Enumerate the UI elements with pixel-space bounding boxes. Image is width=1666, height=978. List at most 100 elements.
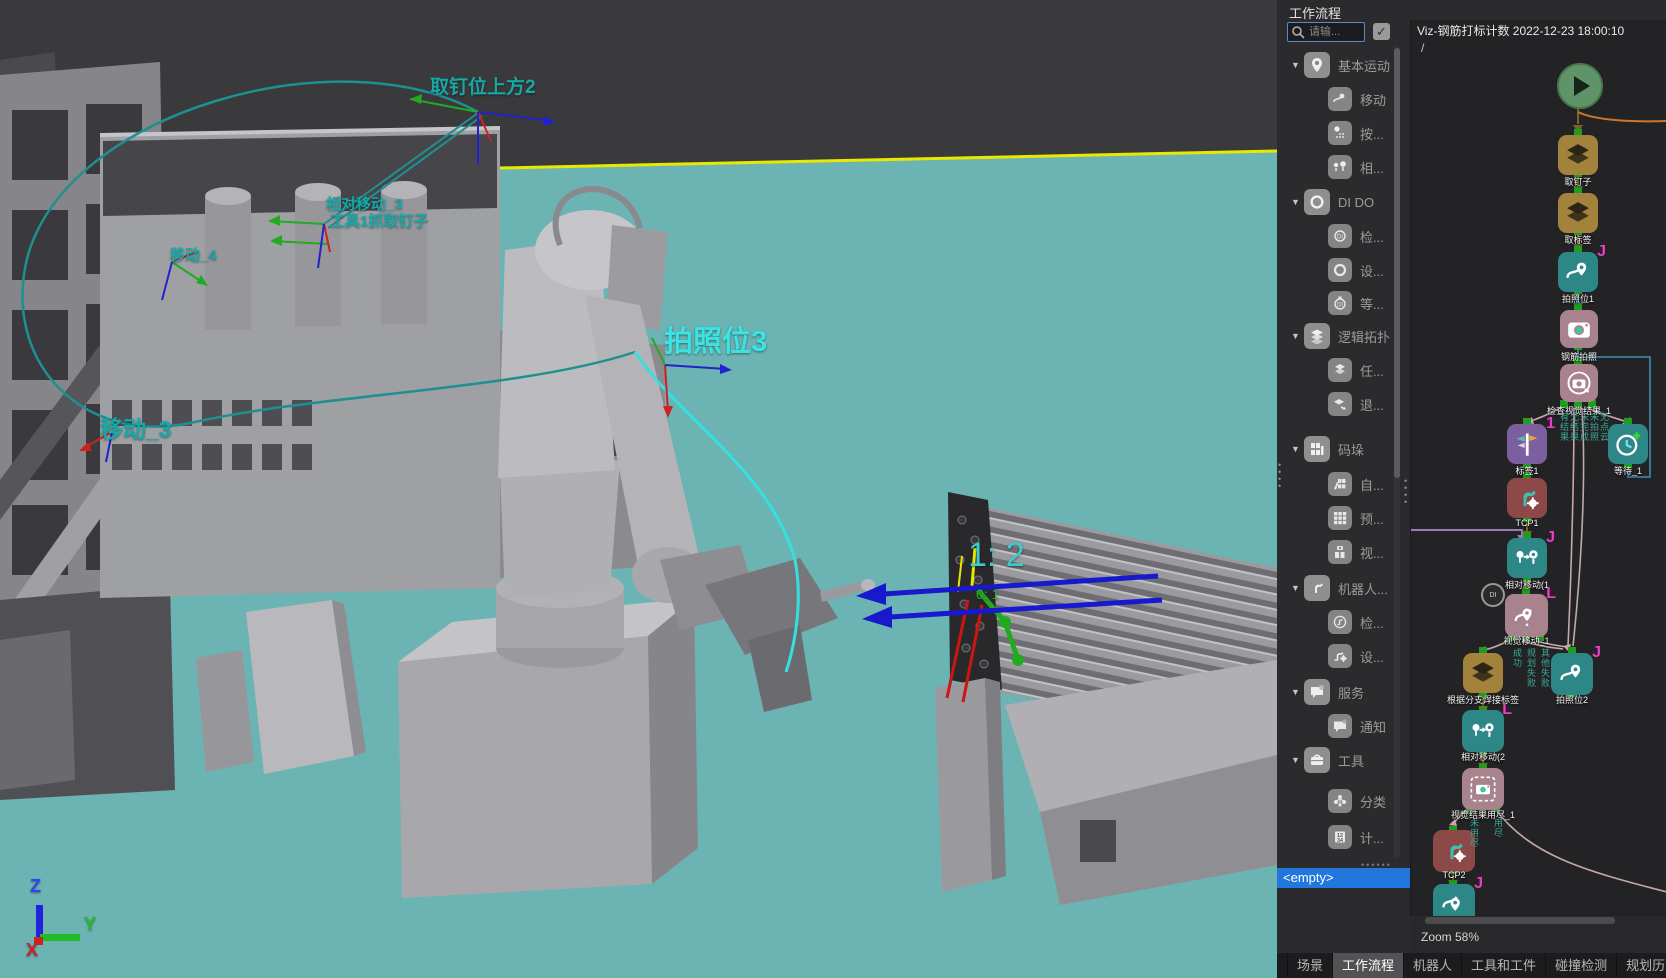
viewport-3d[interactable]: 取钉位上方2 相对移动_3 工具1抓取钉子 移动_4 移动_3 拍照位3 1: … [0, 0, 1277, 978]
tree-label: 等... [1360, 294, 1384, 313]
tree-group-palletize[interactable]: ▼ 码垛 [1277, 434, 1364, 464]
node-wait1[interactable]: 等待_1 [1608, 424, 1648, 464]
layers-icon [1304, 323, 1330, 349]
tree-group-robot[interactable]: ▼ 机器人... [1277, 573, 1388, 603]
tree-label: 设... [1360, 261, 1384, 280]
tree-group-basic-motion[interactable]: ▼ 基本运动 [1277, 50, 1390, 80]
clock-plus-icon [1614, 430, 1642, 458]
node-label: 等待_1 [1614, 464, 1642, 477]
tab-tools-workpieces[interactable]: 工具和工件 [1461, 953, 1545, 978]
tree-item-robot-check[interactable]: 检... [1277, 607, 1384, 637]
node-photo-pos2[interactable]: J 拍照位2 [1551, 653, 1593, 695]
panel-title: 工作流程 [1289, 3, 1341, 22]
tree-item-preset-pallet[interactable]: 预... [1277, 503, 1384, 533]
tab-collision[interactable]: 碰撞检测 [1545, 953, 1616, 978]
branch-label: 规划失败 [1526, 648, 1536, 688]
axis-x-label: X [26, 940, 38, 961]
node-label: 取钉子 [1564, 175, 1591, 188]
chevron-down-icon[interactable]: ▼ [1291, 197, 1304, 207]
tree-item-robot-set[interactable]: 设... [1277, 641, 1384, 671]
tree-group-service[interactable]: ▼ 服务 [1277, 677, 1364, 707]
axis-y-label: Y [84, 914, 96, 935]
node-search[interactable] [1287, 22, 1365, 42]
route-pin-icon [1558, 660, 1586, 688]
route-pin-icon [1564, 258, 1592, 286]
pin-pair-icon [1328, 155, 1352, 179]
chevron-down-icon[interactable]: ▼ [1291, 687, 1304, 697]
tree-item-move[interactable]: 移动 [1277, 84, 1386, 114]
node-relative-move2[interactable]: L 相对移动(2 [1462, 710, 1504, 752]
node-tcp1[interactable]: TCP1 [1507, 478, 1547, 518]
sidebar-splitter-handle[interactable]: •••• [1404, 478, 1408, 506]
waypoint-label: 拍照位3 [664, 318, 767, 360]
tree-item-count[interactable]: 1234 计... [1277, 822, 1384, 852]
tree-item-exit[interactable]: 退... [1277, 389, 1384, 419]
bottom-tabbar: 场景 工作流程 机器人 工具和工件 碰撞检测 规划历史 其他 [1277, 953, 1666, 978]
tree-item-auto-pallet[interactable]: 自... [1277, 469, 1384, 499]
node-check-vision-result[interactable]: 检查视觉结果_1 [1560, 364, 1598, 402]
robot-gear-icon [1440, 837, 1468, 865]
chat-icon [1304, 679, 1330, 705]
node-start[interactable] [1557, 63, 1603, 109]
tree-item-check-di[interactable]: DI 检... [1277, 221, 1384, 251]
app-window: 取钉位上方2 相对移动_3 工具1抓取钉子 移动_4 移动_3 拍照位3 1: … [0, 0, 1666, 978]
ring-icon [1304, 189, 1330, 215]
node-label1[interactable]: 1 标签1 [1507, 424, 1547, 464]
workflow-panel: 工作流程 ✓ ▼ 基本运动 移动 按... 相... ▼ [1277, 0, 1666, 978]
tree-group-di-do[interactable]: ▼ DI DO [1277, 187, 1374, 217]
node-vision-result-exhausted[interactable]: 视觉结果用尽_1 [1462, 768, 1504, 810]
tree-item-vision-pallet[interactable]: 视... [1277, 537, 1384, 567]
node-label: TCP2 [1442, 870, 1465, 880]
tree-label: 视... [1360, 543, 1384, 562]
signpost-icon [1513, 430, 1541, 458]
chevron-down-icon[interactable]: ▼ [1291, 60, 1304, 70]
tree-label: 检... [1360, 613, 1384, 632]
tab-plan-history[interactable]: 规划历史 [1616, 953, 1666, 978]
tree-scrollbar-thumb[interactable] [1394, 48, 1400, 478]
tree-item-wait-di[interactable]: DI 等... [1277, 288, 1384, 318]
linear-badge: L [1502, 701, 1512, 719]
chevron-down-icon[interactable]: ▼ [1291, 444, 1304, 454]
canvas-hscrollbar[interactable] [1425, 917, 1615, 924]
chevron-down-icon[interactable]: ▼ [1291, 583, 1304, 593]
filter-checkbox[interactable]: ✓ [1373, 23, 1390, 40]
node-photo-pos1[interactable]: J 拍照位1 [1558, 252, 1598, 292]
node-label: 视觉移动_1 [1503, 634, 1549, 647]
tree-label: 退... [1360, 395, 1384, 414]
node-relative-move1[interactable]: J 相对移动(1 [1507, 538, 1547, 578]
node-label: 相对移动(2 [1461, 750, 1505, 763]
tree-item-move-grid[interactable]: 按... [1277, 118, 1384, 148]
node-take-nail[interactable]: 取钉子 [1558, 135, 1598, 175]
tree-label: 工具 [1338, 751, 1364, 770]
chevron-down-icon[interactable]: ▼ [1291, 755, 1304, 765]
tree-item-notify[interactable]: 通知 [1277, 711, 1386, 741]
tree-item-task[interactable]: 任... [1277, 355, 1384, 385]
tab-scene[interactable]: 场景 [1287, 953, 1332, 978]
tab-workflow[interactable]: 工作流程 [1332, 953, 1403, 978]
search-input[interactable] [1307, 25, 1363, 39]
node-vision-move1[interactable]: L 视觉移动_1 [1505, 594, 1548, 637]
node-label: TCP1 [1515, 518, 1538, 528]
node-move-final[interactable]: J [1433, 884, 1475, 916]
tree-group-tools[interactable]: ▼ 工具 [1277, 745, 1364, 775]
tree-group-logic[interactable]: ▼ 逻辑拓扑 [1277, 321, 1390, 351]
node-take-label[interactable]: 取标签 [1558, 193, 1598, 233]
branch-label: 未完成 [1579, 412, 1589, 442]
tree-item-set-do[interactable]: 设... [1277, 255, 1384, 285]
pallet-edit-icon [1328, 472, 1352, 496]
tree-item-relative-move[interactable]: 相... [1277, 152, 1384, 182]
node-branch-weld-label[interactable]: 根据分支焊接标签 [1463, 653, 1503, 693]
workflow-canvas[interactable]: Viz-钢筋打标计数 2022-12-23 18:00:10 / [1410, 20, 1666, 916]
tree-item-classify[interactable]: 分类 [1277, 786, 1386, 816]
chevron-down-icon[interactable]: ▼ [1291, 331, 1304, 341]
camera-check-icon [1565, 369, 1593, 397]
tree-label: 分类 [1360, 792, 1386, 811]
node-label: 拍照位1 [1562, 292, 1594, 305]
route-pin-icon [1328, 87, 1352, 111]
tab-robot[interactable]: 机器人 [1403, 953, 1461, 978]
tree-label: DI DO [1338, 195, 1374, 210]
panel-splitter-handle[interactable]: •••• [1278, 462, 1282, 490]
selected-item-bar[interactable]: <empty> [1277, 868, 1413, 888]
node-rebar-photo[interactable]: 钢筋拍照 [1560, 310, 1598, 348]
branch-label: 无点云 [1599, 412, 1609, 442]
